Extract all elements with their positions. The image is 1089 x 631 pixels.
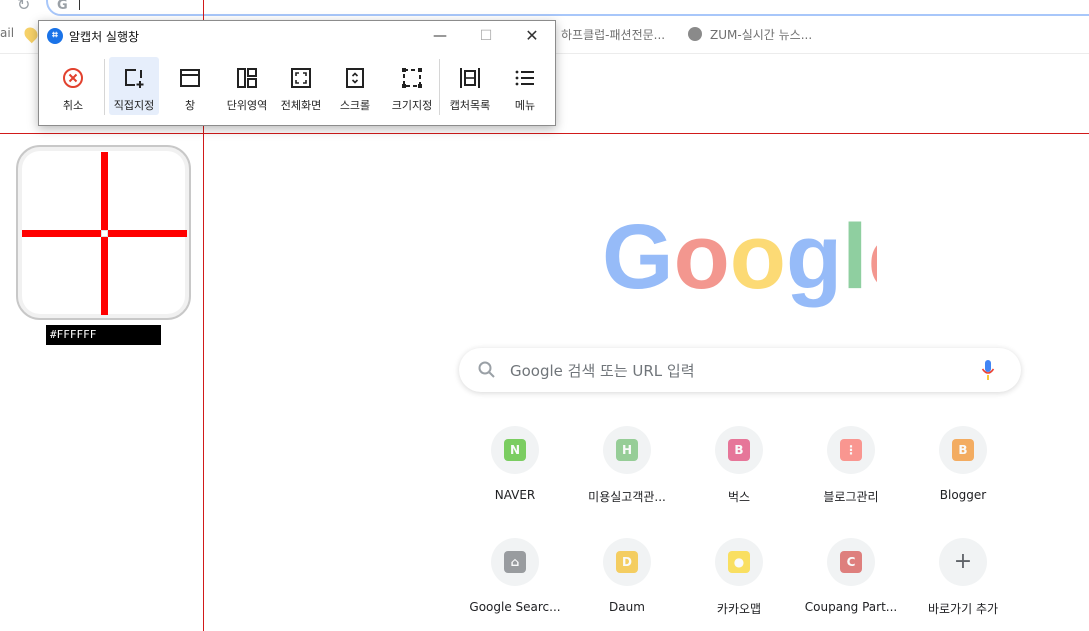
toolbar-separator: [439, 59, 440, 115]
bookmark-halfclub[interactable]: 하프클럽-패션전문...: [561, 26, 665, 43]
shortcut-label: 벅스: [727, 490, 751, 504]
tool-label: 단위영역: [226, 99, 268, 112]
tool-label: 전체화면: [280, 99, 322, 112]
shortcut-label: Daum: [609, 600, 645, 614]
alcapture-app-icon: ⌗: [47, 28, 63, 44]
shortcut-favicon-icon: +: [953, 549, 973, 574]
cancel-icon: [62, 67, 84, 89]
svg-text:Google: Google: [602, 210, 877, 308]
magnifier-center-pixel: [101, 230, 108, 237]
shortcut-icon: D: [603, 538, 651, 586]
tool-label: 직접지정: [113, 99, 155, 112]
google-favicon-icon: G: [57, 0, 68, 13]
tool-direct-select-button[interactable]: 직접지정: [109, 57, 159, 115]
minimize-button[interactable]: —: [417, 21, 463, 51]
search-icon: [478, 361, 495, 378]
bookmark-zum[interactable]: ZUM-실시간 뉴스...: [688, 26, 812, 43]
shortcut-favicon-icon: N: [504, 439, 526, 461]
capture-toolbar: 취소 직접지정 창 단위영역 전체화면 스크롤 크기지정 캡처목록 메뉴: [39, 57, 555, 117]
shortcut-label: 미용실고객관...: [588, 490, 666, 504]
shortcut-tile[interactable]: + 바로가기 추가: [907, 538, 1019, 631]
shortcut-icon: C: [827, 538, 875, 586]
microphone-icon[interactable]: [981, 359, 995, 381]
tool-label: 크기지정: [391, 99, 433, 112]
scroll-icon: [344, 67, 366, 89]
direct-select-icon: [123, 67, 145, 89]
reload-icon[interactable]: ↻: [17, 0, 35, 14]
unit-area-icon: [236, 67, 258, 89]
tool-fullscreen-button[interactable]: 전체화면: [275, 57, 327, 115]
shortcut-label: 바로가기 추가: [927, 602, 999, 616]
tool-label: 취소: [62, 99, 84, 112]
crosshair-horizontal-guide: [0, 133, 1089, 134]
browser-toolbar: ↻ G: [0, 0, 1089, 18]
shortcut-favicon-icon: ⌂: [504, 551, 526, 573]
shortcut-tile[interactable]: B Blogger: [907, 426, 1019, 526]
tool-scroll-button[interactable]: 스크롤: [331, 57, 379, 115]
tool-window-button[interactable]: 창: [167, 57, 213, 115]
shortcut-favicon-icon: ●: [728, 551, 750, 573]
search-placeholder: Google 검색 또는 URL 입력: [510, 362, 695, 380]
capture-list-icon: [459, 67, 481, 89]
toolbar-separator: [104, 59, 105, 115]
shortcut-tile[interactable]: ⋮ 블로그관리: [795, 426, 907, 526]
maximize-button[interactable]: ☐: [463, 21, 509, 51]
shortcut-label: Google Searc...: [469, 600, 561, 614]
tool-label: 스크롤: [339, 99, 371, 112]
globe-icon: [688, 27, 702, 41]
shortcut-icon: ⋮: [827, 426, 875, 474]
shortcut-icon: B: [715, 426, 763, 474]
shortcut-tile[interactable]: ● 카카오맵: [683, 538, 795, 631]
text-caret: [79, 0, 80, 10]
tool-menu-button[interactable]: 메뉴: [503, 57, 547, 115]
bookmark-zum-label: ZUM-실시간 뉴스...: [710, 28, 813, 42]
google-logo: Google: [602, 210, 877, 308]
google-search-box[interactable]: Google 검색 또는 URL 입력: [459, 348, 1021, 392]
shortcut-label: 블로그관리: [823, 490, 879, 504]
shortcut-icon: B: [939, 426, 987, 474]
pixel-color-readout: #FFFFFF: [46, 325, 161, 345]
shortcut-favicon-icon: ⋮: [840, 439, 862, 461]
bookmark-fragment[interactable]: ail: [0, 26, 14, 40]
shortcut-icon: ⌂: [491, 538, 539, 586]
shortcut-tile[interactable]: ⌂ Google Searc...: [459, 538, 571, 631]
shortcut-label: 카카오맵: [716, 602, 762, 616]
shortcut-tile[interactable]: H 미용실고객관...: [571, 426, 683, 526]
tool-capture-list-button[interactable]: 캡처목록: [441, 57, 499, 115]
shortcut-label: Coupang Part...: [804, 600, 898, 614]
menu-icon: [514, 67, 536, 89]
capture-window: ⌗ 알캡처 실행창 — ☐ ✕ 취소 직접지정 창 단위영역 전체화면 스크롤 크기지정 캡처…: [38, 20, 556, 126]
shortcut-tile[interactable]: D Daum: [571, 538, 683, 631]
tool-size-specify-button[interactable]: 크기지정: [385, 57, 439, 115]
tool-label: 창: [184, 99, 196, 112]
shortcut-icon: N: [491, 426, 539, 474]
shortcut-icon: +: [939, 538, 987, 586]
tool-label: 메뉴: [514, 99, 536, 112]
tool-unit-area-button[interactable]: 단위영역: [221, 57, 273, 115]
tool-cancel-button[interactable]: 취소: [49, 57, 97, 115]
shortcut-label: Blogger: [939, 488, 987, 502]
shortcut-label: NAVER: [494, 488, 536, 502]
shortcut-favicon-icon: B: [728, 439, 750, 461]
shortcut-tile[interactable]: N NAVER: [459, 426, 571, 526]
shortcut-icon: H: [603, 426, 651, 474]
title-bar[interactable]: ⌗ 알캡처 실행창 — ☐ ✕: [39, 21, 555, 51]
shortcut-favicon-icon: B: [952, 439, 974, 461]
shortcut-tile[interactable]: C Coupang Part...: [795, 538, 907, 631]
tool-label: 캡처목록: [449, 99, 491, 112]
window-icon: [179, 67, 201, 89]
fullscreen-icon: [290, 67, 312, 89]
magnifier-loupe: [16, 145, 191, 320]
close-button[interactable]: ✕: [509, 21, 555, 51]
shortcut-favicon-icon: D: [616, 551, 638, 573]
shortcut-icon: ●: [715, 538, 763, 586]
size-specify-icon: [401, 67, 423, 89]
shortcut-favicon-icon: C: [840, 551, 862, 573]
window-title: 알캡처 실행창: [69, 30, 140, 44]
shortcut-favicon-icon: H: [616, 439, 638, 461]
shortcut-tile[interactable]: B 벅스: [683, 426, 795, 526]
